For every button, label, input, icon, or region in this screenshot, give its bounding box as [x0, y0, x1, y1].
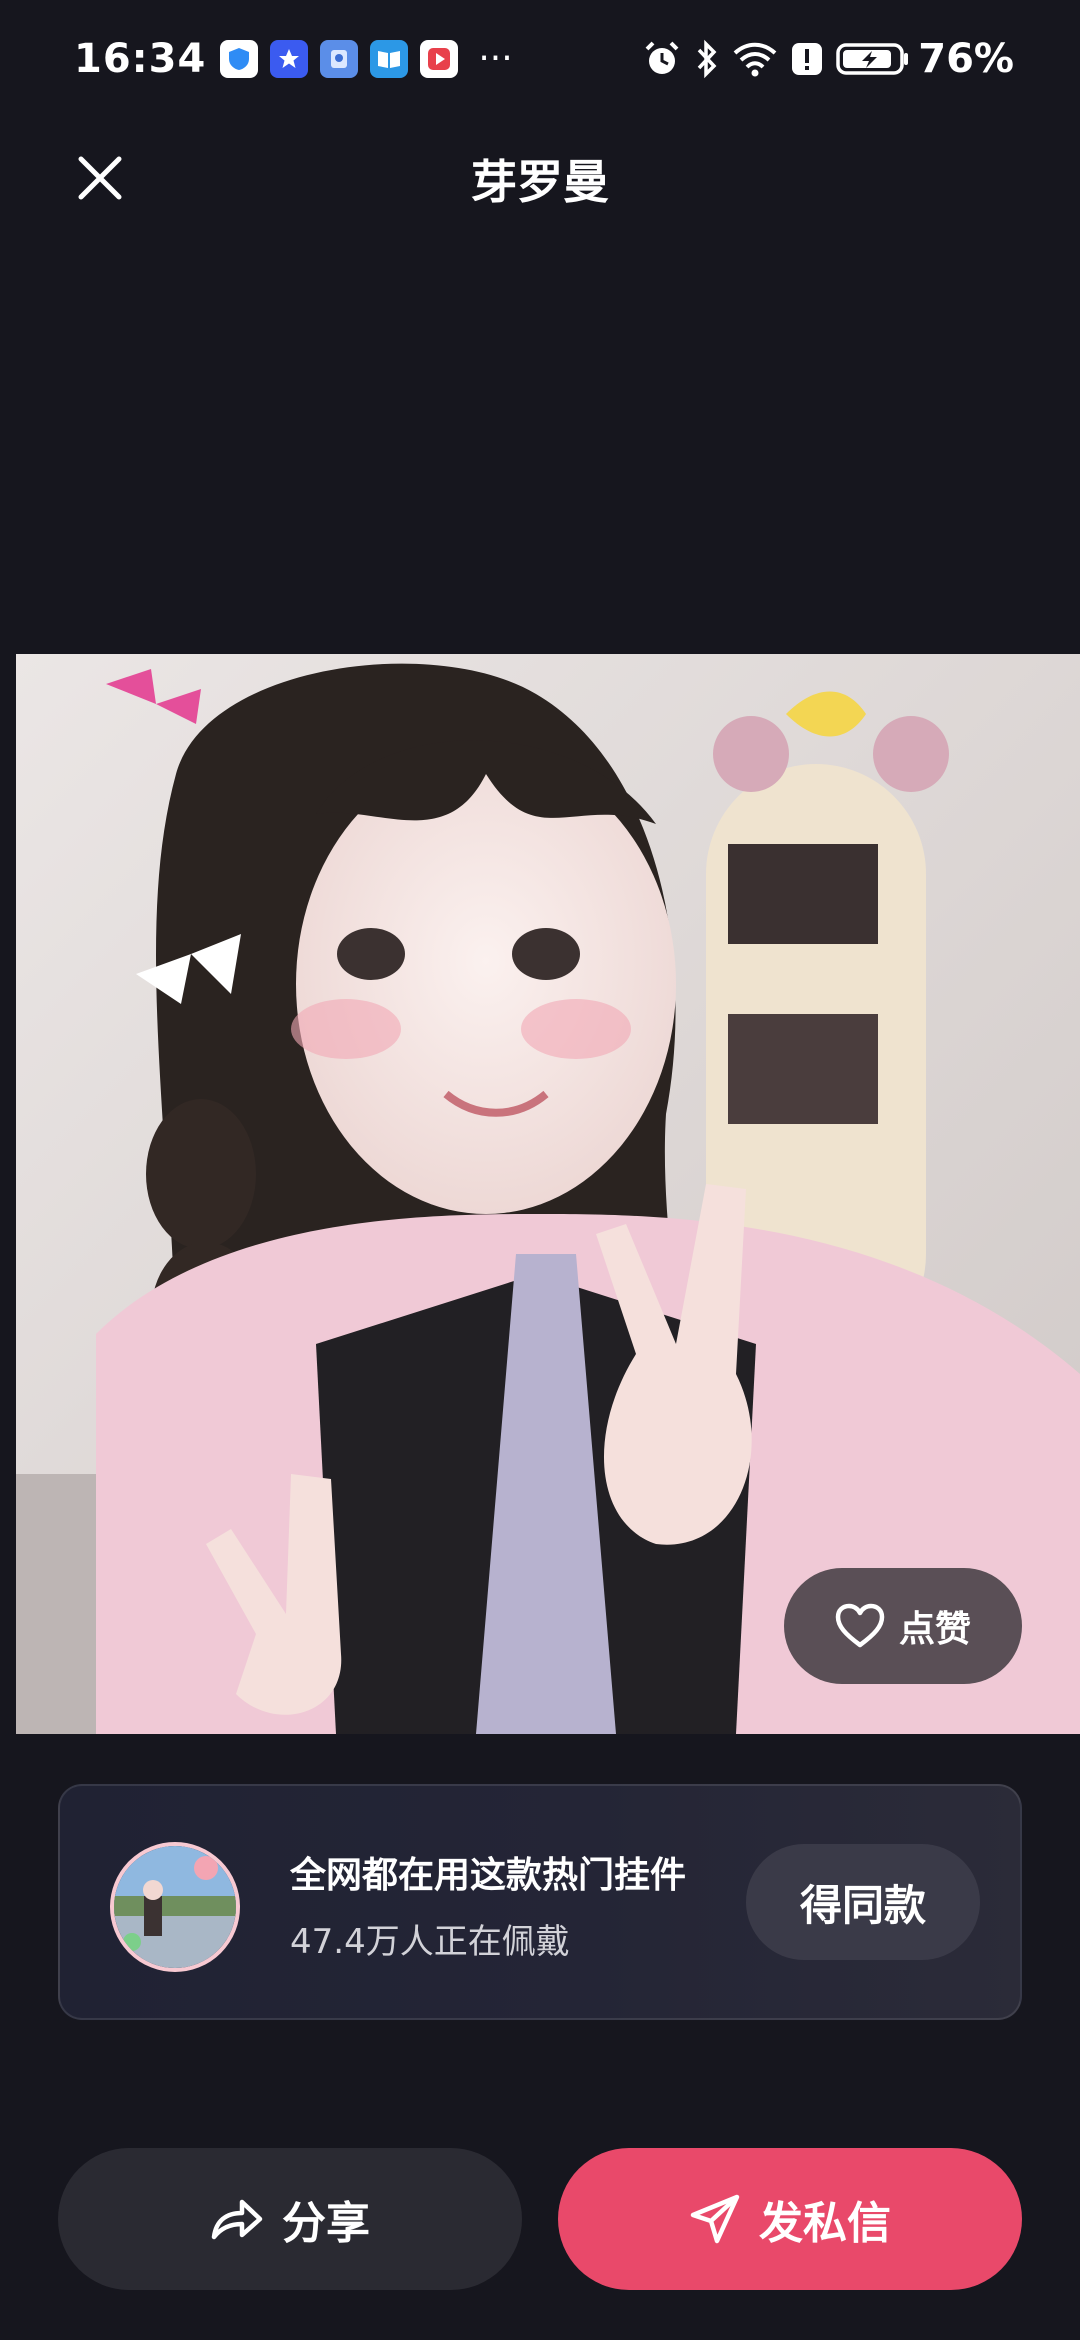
- send-message-label: 发私信: [759, 2198, 891, 2249]
- send-message-button[interactable]: 发私信: [558, 2148, 1022, 2290]
- alert-icon: [790, 39, 824, 79]
- header: 芽罗曼: [0, 118, 1080, 228]
- status-bar: 16:34 ··· 76%: [0, 0, 1080, 118]
- promo-card[interactable]: 全网都在用这款热门挂件 47.4万人正在佩戴 得同款: [58, 1784, 1022, 2020]
- get-same-button[interactable]: 得同款: [746, 1844, 980, 1960]
- battery-icon: [836, 39, 910, 79]
- status-left: 16:34 ···: [74, 36, 513, 82]
- status-right: 76%: [630, 36, 1014, 82]
- status-time: 16:34: [74, 36, 207, 82]
- alarm-icon: [642, 39, 682, 79]
- share-button[interactable]: 分享: [58, 2148, 522, 2290]
- book-app-icon: [370, 40, 409, 78]
- promo-avatar: [110, 1842, 240, 1972]
- share-icon: [211, 2199, 263, 2240]
- promo-subtitle: 47.4万人正在佩戴: [290, 1922, 570, 1962]
- screen: 16:34 ··· 76% 芽罗曼 点赞 全网都在用这款热门挂件 47.4万人正…: [0, 0, 1080, 2340]
- like-label: 点赞: [898, 1609, 971, 1650]
- tile-app-icon: [320, 40, 359, 78]
- star-app-icon: [270, 40, 309, 78]
- battery-percent: 76%: [918, 36, 1014, 82]
- page-title: 芽罗曼: [471, 155, 609, 209]
- bluetooth-icon: [694, 39, 720, 79]
- video-app-icon: [420, 40, 459, 78]
- like-button[interactable]: 点赞: [784, 1568, 1022, 1684]
- wifi-icon: [732, 39, 778, 79]
- more-notifications-icon: ···: [478, 38, 513, 79]
- heart-icon: [835, 1603, 885, 1648]
- share-label: 分享: [282, 2198, 370, 2249]
- send-icon: [690, 2194, 740, 2244]
- pendant-preview-image: [114, 1846, 236, 1968]
- promo-title: 全网都在用这款热门挂件: [290, 1855, 687, 1896]
- shield-app-icon: [220, 40, 259, 78]
